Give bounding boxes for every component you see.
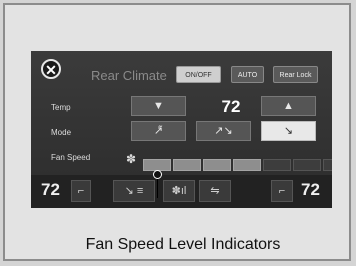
rear-lock-button[interactable]: Rear Lock: [273, 66, 318, 83]
close-icon[interactable]: ✕: [41, 59, 61, 79]
fan-speed-label: Fan Speed: [51, 153, 91, 162]
recirc-icon[interactable]: ⇋: [199, 180, 231, 202]
fan-level-3[interactable]: [203, 159, 231, 171]
temp-up-button[interactable]: ▲: [261, 96, 316, 116]
fan-level-6[interactable]: [293, 159, 321, 171]
onoff-button[interactable]: ON/OFF: [176, 66, 221, 83]
fan-level-2[interactable]: [173, 159, 201, 171]
temp-up-icon: ▲: [283, 100, 294, 112]
auto-button[interactable]: AUTO: [231, 66, 264, 83]
fan-level-7[interactable]: [323, 159, 332, 171]
mode-label: Mode: [51, 128, 72, 137]
floor-icon: ↘: [283, 125, 294, 137]
climate-screen: ✕ Rear Climate ON/OFF AUTO Rear Lock Tem…: [31, 51, 332, 208]
bottom-climate-bar: 72 ⌐ ↘ ≡ ✽ıl ⇋ ⌐ 72: [31, 175, 332, 208]
driver-seat-heat-icon[interactable]: ⌐: [71, 180, 91, 202]
temp-down-button[interactable]: ▼: [131, 96, 186, 116]
temp-label: Temp: [51, 103, 71, 112]
mode-status-icon[interactable]: ↘ ≡: [113, 180, 155, 202]
callout-dot: [153, 170, 162, 179]
fan-status-icon[interactable]: ✽ıl: [163, 180, 195, 202]
fan-level-5[interactable]: [263, 159, 291, 171]
face-icon: ↗̃: [153, 125, 164, 137]
mode-face-button[interactable]: ↗̃: [131, 121, 186, 141]
fan-level-4[interactable]: [233, 159, 261, 171]
panel-title: Rear Climate: [91, 68, 167, 83]
passenger-temp: 72: [301, 180, 320, 199]
temp-down-icon: ▼: [153, 100, 164, 112]
fan-icon: ✽: [126, 152, 137, 166]
rear-climate-panel: ✕ Rear Climate ON/OFF AUTO Rear Lock Tem…: [31, 51, 332, 175]
passenger-seat-heat-icon[interactable]: ⌐: [271, 180, 293, 202]
figure-caption: Fan Speed Level Indicators: [85, 236, 281, 253]
mode-floor-button[interactable]: ↘: [261, 121, 316, 141]
bi-level-icon: ↗↘: [214, 125, 233, 137]
figure-frame: ✕ Rear Climate ON/OFF AUTO Rear Lock Tem…: [3, 3, 351, 261]
temp-value: 72: [221, 97, 241, 116]
mode-bi-level-button[interactable]: ↗↘: [196, 121, 251, 141]
driver-temp: 72: [41, 180, 60, 199]
